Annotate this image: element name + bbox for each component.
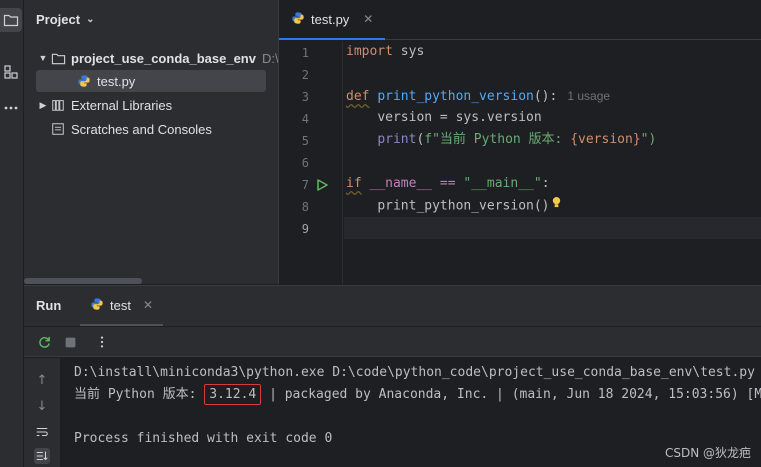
- console-line-command: D:\install\miniconda3\python.exe D:\code…: [74, 365, 755, 380]
- keyword: def: [346, 89, 370, 104]
- structure-tool-button[interactable]: [0, 60, 22, 84]
- line-number: 3: [301, 90, 309, 104]
- code-text: sys: [392, 44, 425, 59]
- rerun-button[interactable]: [36, 334, 52, 350]
- tree-item-project-root[interactable]: ▼ project_use_conda_base_env D:\co: [36, 47, 278, 69]
- more-options-button[interactable]: [94, 334, 110, 350]
- tree-item-path-hint: D:\co: [261, 50, 278, 66]
- function-name: print_python_version: [377, 89, 534, 104]
- soft-wrap-icon[interactable]: [34, 424, 50, 440]
- usage-hint[interactable]: 1 usage: [567, 89, 610, 103]
- tree-item-label: Scratches and Consoles: [71, 121, 212, 137]
- code-line-7: if __name__ == "__main__":: [346, 173, 550, 195]
- line-number: 9: [301, 222, 309, 236]
- more-dots-icon: [4, 106, 18, 110]
- console-text: | packaged by Anaconda, Inc. | (main, Ju…: [261, 387, 761, 402]
- line-number: 6: [301, 156, 309, 170]
- tree-item-scratches[interactable]: Scratches and Consoles: [50, 118, 212, 140]
- console-side-toolbar: ↑ ↓: [24, 358, 60, 467]
- string-literal: "): [640, 132, 657, 147]
- code-text: :: [541, 176, 550, 191]
- current-line-highlight: [344, 217, 761, 239]
- tab-test-py[interactable]: test.py ✕: [279, 0, 386, 40]
- code-text: = sys.version: [432, 110, 542, 125]
- scroll-up-icon[interactable]: ↑: [34, 372, 50, 388]
- editor-tab-bar: test.py ✕: [279, 0, 761, 40]
- scroll-down-icon[interactable]: ↓: [34, 398, 50, 414]
- line-number: 8: [301, 200, 309, 214]
- tree-item-test-py[interactable]: test.py: [36, 70, 266, 92]
- dunder-name: __name__ ==: [361, 176, 464, 191]
- run-toolbar: [24, 327, 761, 357]
- version-highlight: 3.12.4: [204, 384, 262, 405]
- project-tool-button[interactable]: [0, 8, 22, 32]
- chevron-right-icon: ▶: [39, 99, 47, 110]
- tree-item-external-libraries[interactable]: ▶ External Libraries: [36, 94, 173, 116]
- run-tab-label: test: [110, 297, 131, 313]
- variable: version: [377, 110, 433, 125]
- run-play-icon[interactable]: [315, 178, 329, 192]
- chevron-down-icon: ▼: [38, 53, 48, 63]
- builtin: print: [377, 132, 417, 147]
- close-icon[interactable]: ✕: [143, 298, 153, 312]
- code-text: ():: [533, 89, 558, 104]
- more-vertical-icon: [100, 336, 104, 348]
- keyword: if: [346, 176, 362, 191]
- scroll-to-end-icon[interactable]: [34, 448, 50, 464]
- library-icon: [50, 97, 66, 113]
- line-number: 5: [301, 134, 309, 148]
- code-line-1: import sys: [346, 41, 424, 63]
- run-panel: Run test ✕ ↑ ↓ D:\install\miniconda3\pyt…: [24, 285, 761, 467]
- tab-label: test.py: [311, 11, 350, 27]
- console-output[interactable]: D:\install\miniconda3\python.exe D:\code…: [74, 358, 761, 467]
- project-panel-title: Project: [36, 12, 81, 27]
- code-line-4: version = sys.version: [346, 107, 542, 129]
- line-number: 4: [301, 112, 309, 126]
- fstring-expression: {version}: [570, 132, 641, 147]
- python-file-icon: [291, 11, 305, 28]
- lightbulb-icon[interactable]: [551, 195, 562, 217]
- string-literal: f"当前 Python 版本:: [424, 132, 571, 147]
- run-panel-title: Run: [36, 298, 62, 313]
- stop-button[interactable]: [62, 334, 78, 350]
- left-tool-strip: [0, 0, 24, 467]
- project-panel-header[interactable]: Project ⌄: [36, 12, 94, 27]
- tree-item-label: test.py: [97, 73, 136, 89]
- project-panel: Project ⌄ ▼ project_use_conda_base_env D…: [24, 0, 278, 284]
- scratches-icon: [50, 121, 66, 137]
- tree-item-label: External Libraries: [71, 97, 173, 113]
- console-line-version: 当前 Python 版本: 3.12.4 | packaged by Anaco…: [74, 384, 761, 406]
- code-line-5: print(f"当前 Python 版本: {version}"): [346, 129, 656, 151]
- line-number: 1: [301, 46, 309, 60]
- folder-icon: [3, 14, 19, 27]
- string-literal: "__main__": [463, 176, 542, 191]
- watermark: CSDN @狄龙疤: [664, 446, 751, 460]
- tree-item-label: project_use_conda_base_env: [71, 50, 256, 66]
- code-editor[interactable]: test.py ✕ 1 2 3 4 5 6 7 8 9 import sys d…: [278, 0, 761, 284]
- more-tools-button[interactable]: [0, 96, 22, 120]
- close-icon[interactable]: ✕: [363, 12, 373, 26]
- keyword: import: [346, 44, 393, 59]
- console-text: 当前 Python 版本:: [74, 387, 205, 402]
- run-panel-header: Run test ✕: [24, 286, 761, 326]
- python-file-icon: [90, 297, 104, 314]
- chevron-down-icon: ⌄: [86, 14, 95, 25]
- horizontal-scrollbar[interactable]: [24, 278, 142, 284]
- rerun-icon: [38, 336, 50, 348]
- console-line-exit: Process finished with exit code 0: [74, 431, 333, 446]
- folder-icon: [50, 50, 66, 66]
- code-line-8: print_python_version(): [346, 195, 562, 217]
- stop-icon: [65, 337, 75, 347]
- function-call: print_python_version(): [377, 198, 550, 214]
- code-line-3: def print_python_version(): 1 usage: [346, 85, 610, 107]
- line-number: 7: [301, 178, 309, 192]
- run-tab-test[interactable]: test ✕: [80, 286, 164, 326]
- line-number: 2: [301, 68, 309, 82]
- python-file-icon: [76, 73, 92, 89]
- structure-icon: [4, 65, 18, 79]
